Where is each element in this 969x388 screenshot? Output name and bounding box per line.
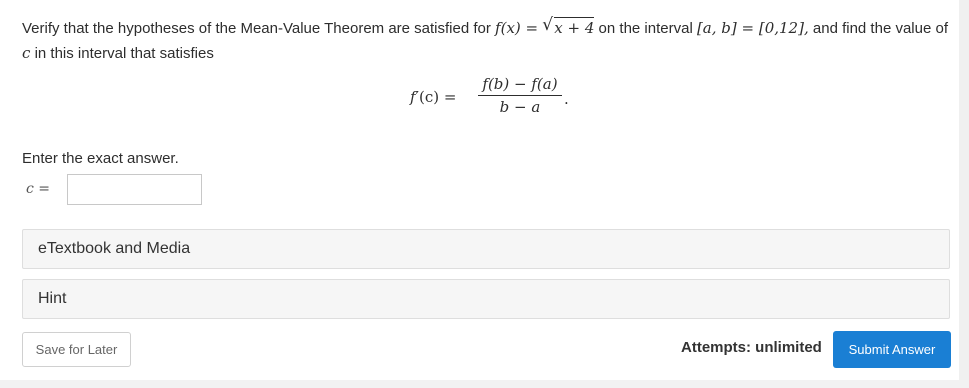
formula-denominator: b − a <box>499 98 541 116</box>
attempts-status: Attempts: unlimited <box>681 339 822 356</box>
answer-label: c = <box>26 181 51 197</box>
answer-instruction: Enter the exact answer. <box>22 150 179 167</box>
formula-period: . <box>564 90 569 108</box>
fraction-bar <box>478 95 562 96</box>
question-text: Verify that the hypotheses of the Mean-V… <box>22 15 957 66</box>
question-intro: Verify that the hypotheses of the Mean-V… <box>22 20 496 37</box>
function-radicand: x + 4 <box>554 17 595 37</box>
question-end-text: in this interval that satisfies <box>30 45 214 62</box>
scrollbar-track[interactable] <box>959 0 969 388</box>
function-radical: √ x + 4 <box>542 15 595 40</box>
formula-numerator: f(b) − f(a) <box>482 75 558 93</box>
hint-label: Hint <box>38 290 67 307</box>
formula-fraction: f(b) − f(a) b − a <box>476 74 564 117</box>
formula-lhs-rest: (c) = <box>418 88 457 106</box>
function-lhs: f(x) = <box>495 19 539 37</box>
etextbook-media-panel[interactable]: eTextbook and Media <box>22 229 950 269</box>
etextbook-media-label: eTextbook and Media <box>38 240 191 257</box>
submit-answer-button[interactable]: Submit Answer <box>833 331 951 368</box>
question-interval-text: on the interval <box>594 20 697 37</box>
formula-lhs: f′(c) = <box>410 88 456 106</box>
interval-expression: [a, b] = [0,12], <box>696 19 809 37</box>
question-find-text: and find the value of <box>808 20 948 37</box>
save-for-later-button[interactable]: Save for Later <box>22 332 131 367</box>
question-page: Verify that the hypotheses of the Mean-V… <box>0 0 969 388</box>
page-bottom-edge <box>0 380 969 388</box>
sqrt-symbol-icon: √ <box>542 15 554 35</box>
answer-input[interactable] <box>67 174 202 205</box>
hint-panel[interactable]: Hint <box>22 279 950 319</box>
